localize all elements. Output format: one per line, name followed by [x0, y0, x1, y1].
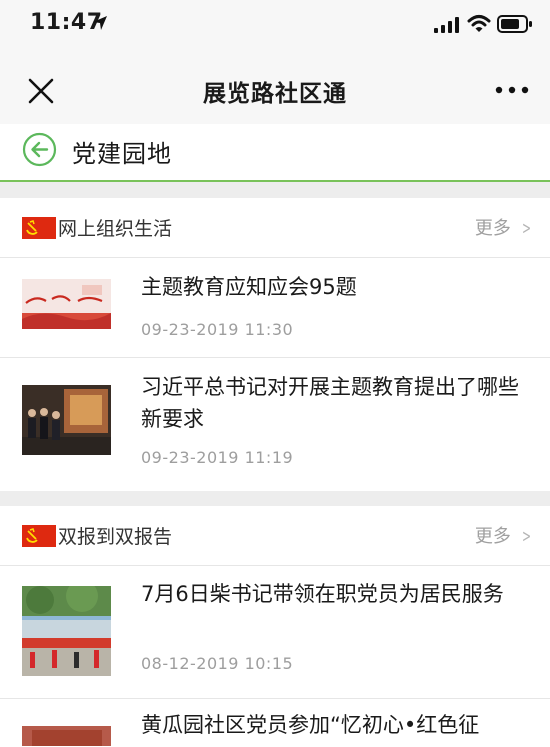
article-title: 黄瓜园社区党员参加“忆初心•红色征 — [141, 713, 480, 737]
battery-icon — [497, 15, 532, 33]
more-label: 更多 — [474, 218, 511, 239]
article-date: 09-23-2019 11:30 — [141, 320, 294, 339]
wifi-icon — [467, 15, 491, 32]
more-label: 更多 — [474, 526, 511, 547]
article-title: 7月6日柴书记带领在职党员为居民服务 — [141, 582, 504, 606]
article-date: 08-12-2019 10:15 — [141, 654, 294, 673]
more-link[interactable]: 更多 > — [475, 522, 534, 548]
nav-title: 展览路社区通 — [203, 81, 347, 107]
article-thumbnail-image — [22, 586, 111, 676]
status-bar: 11:47 — [0, 0, 550, 54]
chevron-right-icon: > — [521, 526, 531, 547]
article-item[interactable]: 主题教育应知应会95题 09-23-2019 11:30 — [0, 258, 550, 358]
more-dots-icon[interactable] — [494, 82, 530, 98]
more-link[interactable]: 更多 > — [475, 214, 534, 240]
nav-bar: 展览路社区通 — [0, 54, 550, 124]
article-item[interactable]: 7月6日柴书记带领在职党员为居民服务 08-12-2019 10:15 — [0, 566, 550, 699]
party-flag-icon — [22, 217, 56, 239]
party-flag-icon — [22, 525, 56, 547]
page-title: 党建园地 — [72, 140, 172, 168]
article-thumbnail-image — [22, 279, 111, 329]
section-double-report: 双报到双报告 更多 > 7月6日柴书记带领在职党员为居民服务 08-12-2019… — [0, 506, 550, 747]
article-thumbnail-image — [22, 385, 111, 455]
article-thumbnail-image — [22, 726, 111, 746]
section-online-organization-life: 网上组织生活 更多 > 主题教育应知应会95题 09-23-2019 11:30 — [0, 198, 550, 491]
article-date: 09-23-2019 11:19 — [141, 448, 294, 467]
section-title: 双报到双报告 — [58, 526, 173, 548]
page-header: 党建园地 — [0, 124, 550, 182]
signal-icon — [434, 17, 459, 33]
section-header: 网上组织生活 更多 > — [0, 198, 550, 258]
article-title: 主题教育应知应会95题 — [141, 275, 357, 299]
location-arrow-icon — [93, 16, 107, 30]
section-header: 双报到双报告 更多 > — [0, 506, 550, 566]
article-item[interactable]: 习近平总书记对开展主题教育提出了哪些新要求 09-23-2019 11:19 — [0, 358, 550, 491]
chevron-right-icon: > — [521, 218, 531, 239]
section-title: 网上组织生活 — [58, 218, 173, 240]
back-arrow-circle-icon[interactable] — [22, 132, 57, 167]
article-item[interactable]: 黄瓜园社区党员参加“忆初心•红色征 — [0, 699, 550, 747]
article-title: 习近平总书记对开展主题教育提出了哪些新要求 — [141, 375, 519, 431]
